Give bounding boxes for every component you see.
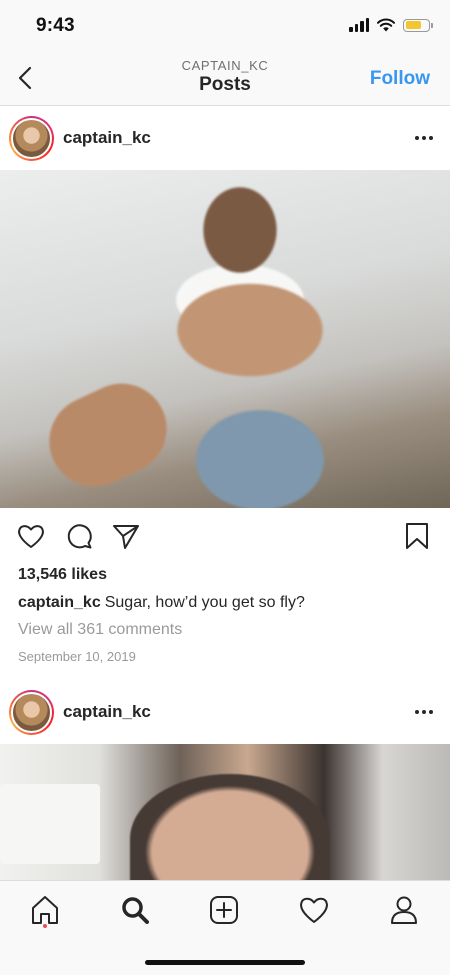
heart-icon[interactable]: [16, 521, 46, 551]
status-bar: 9:43: [0, 0, 450, 52]
more-horizontal-icon[interactable]: [412, 700, 436, 724]
follow-button[interactable]: Follow: [370, 68, 430, 90]
home-icon[interactable]: [28, 893, 62, 927]
profile-icon[interactable]: [387, 893, 421, 927]
bookmark-icon[interactable]: [402, 521, 432, 551]
view-comments-link[interactable]: View all 361 comments: [18, 621, 182, 639]
more-horizontal-icon[interactable]: [412, 126, 436, 150]
post-username[interactable]: captain_kc: [63, 702, 151, 722]
heart-icon[interactable]: [297, 893, 331, 927]
post-actions: [0, 517, 450, 557]
caption-username[interactable]: captain_kc: [18, 594, 101, 611]
status-time: 9:43: [36, 15, 75, 36]
search-icon[interactable]: [118, 893, 152, 927]
post-header: captain_kc: [0, 680, 450, 744]
wifi-icon: [377, 18, 395, 32]
caption-text: Sugar, how’d you get so fly?: [104, 594, 305, 611]
post-header: captain_kc: [0, 106, 450, 170]
nav-header: CAPTAIN_KC Posts Follow: [0, 52, 450, 106]
avatar[interactable]: [9, 689, 54, 735]
post-photo[interactable]: [0, 170, 450, 508]
post-username[interactable]: captain_kc: [63, 128, 151, 148]
post-caption: captain_kc Sugar, how’d you get so fly?: [18, 594, 305, 612]
home-indicator[interactable]: [145, 960, 305, 965]
comment-icon[interactable]: [64, 521, 94, 551]
add-icon[interactable]: [207, 893, 241, 927]
post-date: September 10, 2019: [18, 649, 136, 664]
cellular-signal-icon: [349, 18, 369, 32]
notification-dot: [43, 924, 47, 928]
paper-plane-icon[interactable]: [111, 521, 141, 551]
post-photo[interactable]: [0, 744, 450, 880]
status-icons: [349, 18, 433, 32]
avatar[interactable]: [9, 115, 54, 161]
battery-icon: [403, 18, 433, 32]
like-count[interactable]: 13,546 likes: [18, 566, 107, 584]
